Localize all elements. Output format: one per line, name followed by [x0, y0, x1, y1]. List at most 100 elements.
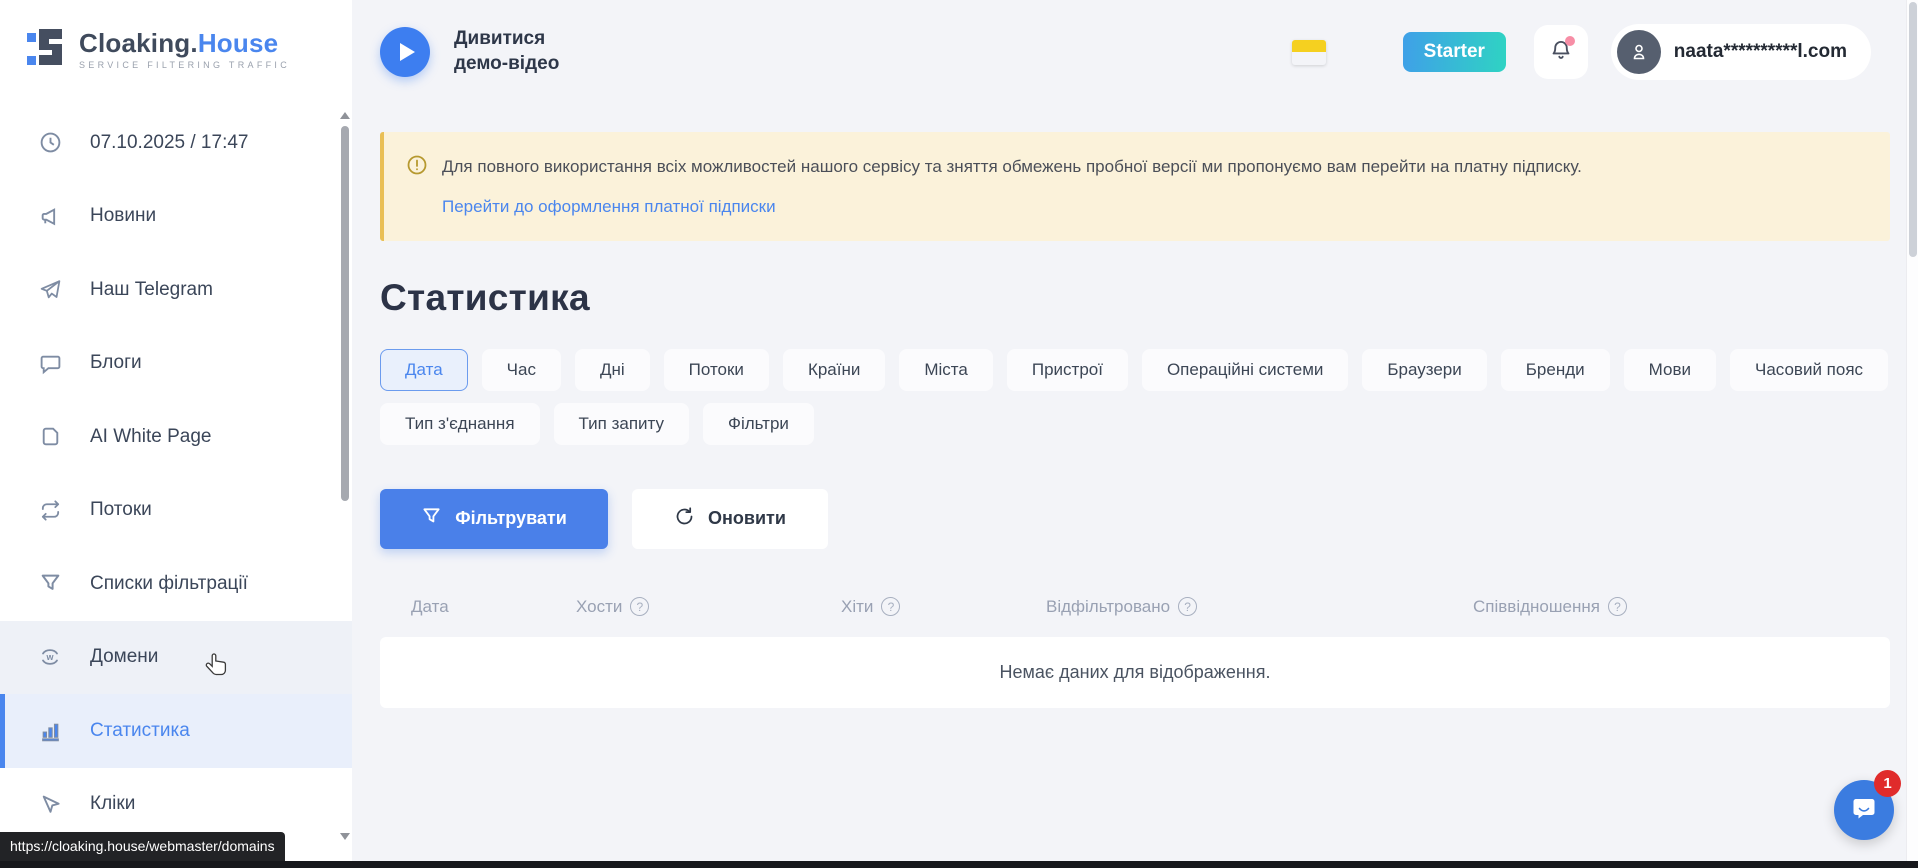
notification-dot — [1565, 36, 1575, 46]
brand-name-accent: House — [198, 28, 278, 58]
filter-button-label: Фільтрувати — [455, 508, 567, 529]
sidebar: Cloaking.House SERVICE FILTERING TRAFFIC… — [0, 0, 352, 868]
sidebar-item-label: Потоки — [90, 499, 152, 521]
filter-chip-filters[interactable]: Фільтри — [703, 403, 814, 445]
sidebar-item-telegram[interactable]: Наш Telegram — [0, 253, 352, 327]
globe-w-icon: w — [38, 645, 62, 669]
sidebar-item-label: 07.10.2025 / 17:47 — [90, 132, 248, 154]
funnel-icon — [38, 572, 62, 596]
telegram-icon — [38, 278, 62, 302]
sidebar-item-label: Списки фільтрації — [90, 573, 248, 595]
filter-chip-group: Дата Час Дні Потоки Країни Міста Пристро… — [380, 349, 1890, 445]
filter-chip-request-type[interactable]: Тип запиту — [554, 403, 690, 445]
topbar: Дивитися демо-відео Starter naata*******… — [352, 0, 1918, 104]
sidebar-item-label: Домени — [90, 646, 158, 668]
column-label: Відфільтровано — [1046, 597, 1170, 617]
sidebar-item-label: Блоги — [90, 352, 142, 374]
filter-chip-cities[interactable]: Міста — [899, 349, 993, 391]
sidebar-item-label: Статистика — [90, 720, 190, 742]
filter-chip-days[interactable]: Дні — [575, 349, 650, 391]
subscription-link[interactable]: Перейти до оформлення платної підписки — [442, 197, 776, 217]
help-icon[interactable]: ? — [881, 597, 900, 616]
help-icon[interactable]: ? — [1178, 597, 1197, 616]
plan-badge-button[interactable]: Starter — [1403, 32, 1506, 72]
sidebar-item-label: Кліки — [90, 793, 135, 815]
screen-bottom-edge — [0, 861, 1918, 868]
sidebar-item-blogs[interactable]: Блоги — [0, 327, 352, 401]
chat-icon — [1848, 792, 1880, 829]
repeat-icon — [38, 498, 62, 522]
refresh-icon — [674, 506, 695, 532]
bar-chart-icon — [38, 719, 62, 743]
chat-bubble-icon — [38, 351, 62, 375]
sidebar-scrollbar-thumb[interactable] — [341, 126, 349, 501]
sidebar-item-label: Новини — [90, 205, 156, 227]
svg-text:w: w — [45, 652, 54, 662]
column-header-filtered: Відфільтровано ? — [1046, 597, 1473, 617]
clock-icon — [38, 131, 62, 155]
filter-chip-brands[interactable]: Бренди — [1501, 349, 1610, 391]
filter-chip-browsers[interactable]: Браузери — [1362, 349, 1486, 391]
topbar-right-cluster: Starter naata**********l.com — [1292, 24, 1871, 80]
column-header-date: Дата — [411, 597, 576, 617]
warning-icon — [406, 154, 428, 217]
empty-state-card: Немає даних для відображення. — [380, 637, 1890, 708]
column-label: Хіти — [841, 597, 873, 617]
app-window: Cloaking.House SERVICE FILTERING TRAFFIC… — [0, 0, 1918, 868]
filter-button[interactable]: Фільтрувати — [380, 489, 608, 549]
trial-warning-banner: Для повного використання всіх можливосте… — [380, 132, 1890, 241]
column-header-hits: Хіти ? — [841, 597, 1046, 617]
brand-text: Cloaking.House SERVICE FILTERING TRAFFIC — [79, 30, 290, 70]
filter-chip-devices[interactable]: Пристрої — [1007, 349, 1128, 391]
user-account-button[interactable]: naata**********l.com — [1611, 24, 1871, 80]
column-label: Дата — [411, 597, 449, 617]
sidebar-item-ai-white-page[interactable]: AI White Page — [0, 400, 352, 474]
main-content: Для повного використання всіх можливосте… — [380, 104, 1890, 708]
sidebar-item-flows[interactable]: Потоки — [0, 474, 352, 548]
sidebar-item-datetime[interactable]: 07.10.2025 / 17:47 — [0, 106, 352, 180]
page-icon — [38, 425, 62, 449]
filter-chip-countries[interactable]: Країни — [783, 349, 885, 391]
brand-logo-icon — [24, 24, 66, 75]
filter-chip-date[interactable]: Дата — [380, 349, 468, 391]
sidebar-menu: 07.10.2025 / 17:47 Новини Наш Telegram Б… — [0, 106, 352, 841]
action-buttons: Фільтрувати Оновити — [380, 489, 1890, 549]
banner-text: Для повного використання всіх можливосте… — [442, 154, 1582, 180]
refresh-button-label: Оновити — [708, 508, 786, 529]
play-icon[interactable] — [380, 27, 430, 77]
page-scrollbar[interactable] — [1906, 0, 1918, 861]
brand-tagline: SERVICE FILTERING TRAFFIC — [79, 61, 290, 70]
user-email: naata**********l.com — [1674, 41, 1847, 63]
sidebar-item-domains[interactable]: w Домени — [0, 621, 352, 695]
sidebar-scroll-up-arrow[interactable] — [340, 112, 350, 119]
stats-table-header: Дата Хости ? Хіти ? Відфільтровано ? Спі… — [380, 597, 1890, 617]
filter-chip-time[interactable]: Час — [482, 349, 561, 391]
cursor-icon — [38, 792, 62, 816]
status-bar-url: https://cloaking.house/webmaster/domains — [0, 832, 285, 861]
sidebar-scroll-down-arrow[interactable] — [340, 833, 350, 840]
demo-video-button[interactable]: Дивитися демо-відео — [380, 27, 582, 77]
sidebar-item-filter-lists[interactable]: Списки фільтрації — [0, 547, 352, 621]
filter-chip-os[interactable]: Операційні системи — [1142, 349, 1348, 391]
filter-chip-connection-type[interactable]: Тип з'єднання — [380, 403, 540, 445]
avatar-icon — [1617, 30, 1661, 74]
brand-logo[interactable]: Cloaking.House SERVICE FILTERING TRAFFIC — [0, 0, 352, 75]
sidebar-item-label: Наш Telegram — [90, 279, 213, 301]
column-label: Хости — [576, 597, 622, 617]
funnel-icon — [421, 506, 442, 532]
chat-unread-badge: 1 — [1874, 770, 1901, 797]
sidebar-item-clicks[interactable]: Кліки — [0, 768, 352, 842]
brand-name: Cloaking. — [79, 28, 198, 58]
refresh-button[interactable]: Оновити — [632, 489, 828, 549]
sidebar-item-statistics[interactable]: Статистика — [0, 694, 352, 768]
filter-chip-streams[interactable]: Потоки — [664, 349, 769, 391]
empty-state-text: Немає даних для відображення. — [1000, 662, 1271, 683]
help-icon[interactable]: ? — [1608, 597, 1627, 616]
page-scrollbar-thumb[interactable] — [1909, 2, 1917, 257]
help-icon[interactable]: ? — [630, 597, 649, 616]
filter-chip-languages[interactable]: Мови — [1624, 349, 1716, 391]
notifications-button[interactable] — [1534, 25, 1588, 79]
filter-chip-timezone[interactable]: Часовий пояс — [1730, 349, 1888, 391]
language-flag-ukraine[interactable] — [1292, 40, 1326, 65]
sidebar-item-news[interactable]: Новини — [0, 180, 352, 254]
